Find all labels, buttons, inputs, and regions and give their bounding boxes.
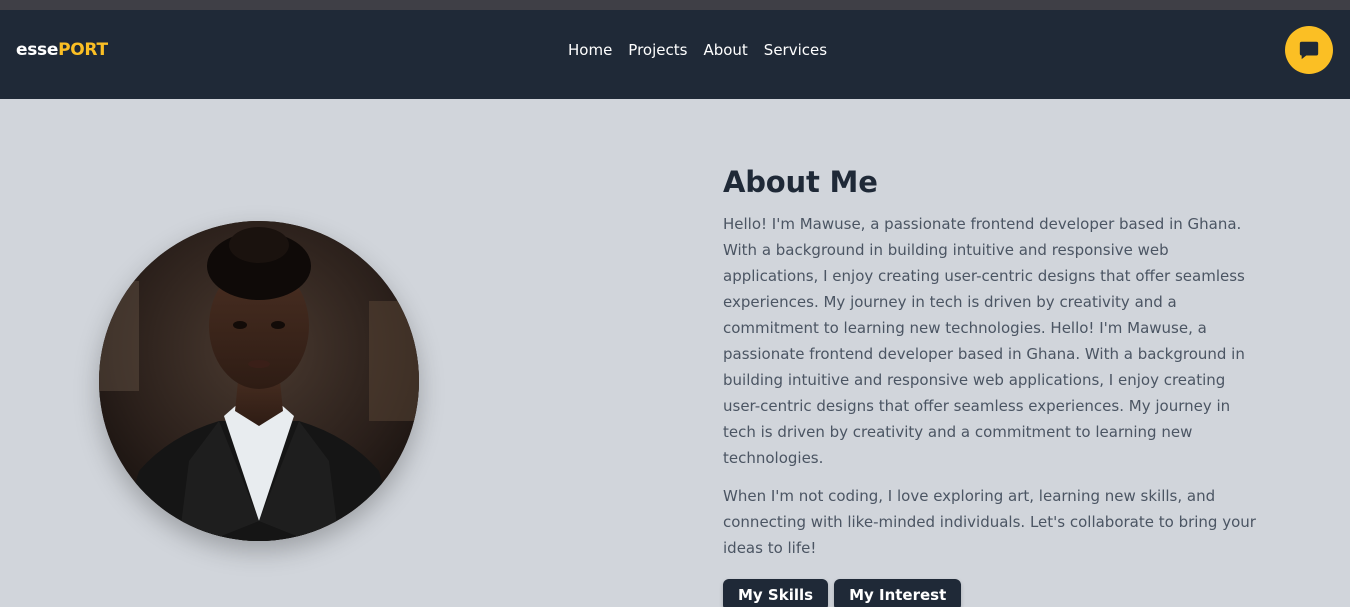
logo-primary: esse: [16, 40, 59, 60]
logo-accent: PORT: [58, 40, 108, 60]
portrait-image: [99, 221, 419, 541]
about-content: About Me Hello! I'm Mawuse, a passionate…: [723, 165, 1258, 607]
chat-bubble-icon: [1299, 41, 1319, 60]
site-logo[interactable]: essePORT: [16, 40, 108, 60]
about-buttons: My Skills My Interest: [723, 579, 1258, 607]
profile-portrait: [99, 221, 419, 541]
chat-button[interactable]: [1285, 26, 1333, 74]
my-skills-button[interactable]: My Skills: [723, 579, 829, 607]
about-paragraph-2: When I'm not coding, I love exploring ar…: [723, 487, 1256, 557]
nav-link-home[interactable]: Home: [568, 41, 612, 59]
nav-link-about[interactable]: About: [703, 41, 747, 59]
my-interest-button[interactable]: My Interest: [834, 579, 962, 607]
nav-link-services[interactable]: Services: [764, 41, 827, 59]
nav-link-projects[interactable]: Projects: [628, 41, 687, 59]
browser-top-strip: [0, 0, 1350, 10]
about-title: About Me: [723, 165, 878, 199]
navbar: essePORT Home Projects About Services: [0, 10, 1350, 99]
about-section: About Me Hello! I'm Mawuse, a passionate…: [0, 99, 1350, 607]
nav-links: Home Projects About Services: [568, 41, 827, 59]
about-paragraph-1: Hello! I'm Mawuse, a passionate frontend…: [723, 215, 1245, 467]
